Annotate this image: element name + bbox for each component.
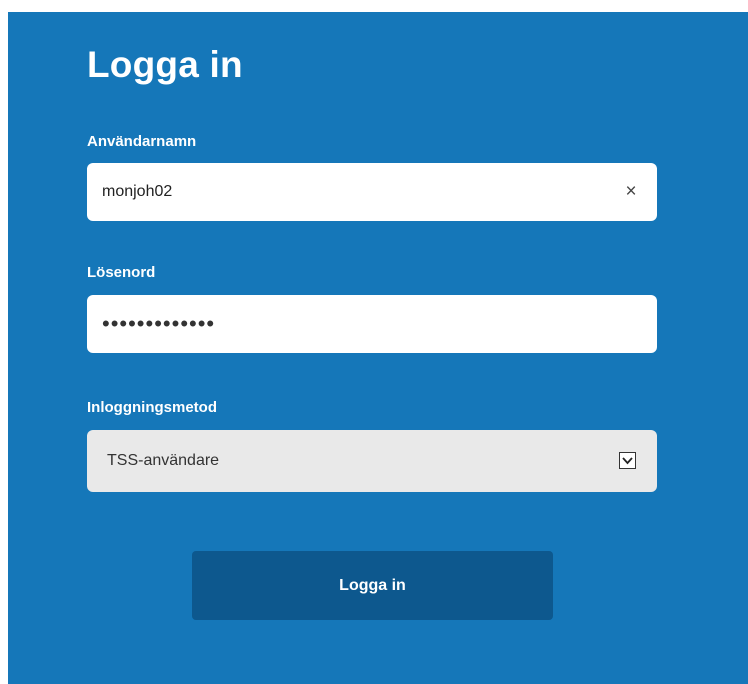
- chevron-down-icon[interactable]: [619, 452, 636, 469]
- password-input[interactable]: [102, 295, 602, 353]
- page-title: Logga in: [87, 44, 243, 85]
- login-method-label: Inloggningsmetod: [87, 399, 217, 416]
- login-button[interactable]: Logga in: [192, 551, 553, 620]
- password-label: Lösenord: [87, 264, 156, 281]
- close-icon[interactable]: ×: [619, 180, 643, 204]
- login-method-select[interactable]: TSS-användare: [87, 430, 657, 492]
- username-field-container: ×: [87, 163, 657, 221]
- password-field-container: [87, 295, 657, 353]
- username-input[interactable]: [102, 163, 602, 221]
- login-panel: Logga in Användarnamn × Lösenord Inloggn…: [8, 12, 748, 684]
- login-method-value: TSS-användare: [107, 452, 220, 469]
- username-label: Användarnamn: [87, 133, 197, 150]
